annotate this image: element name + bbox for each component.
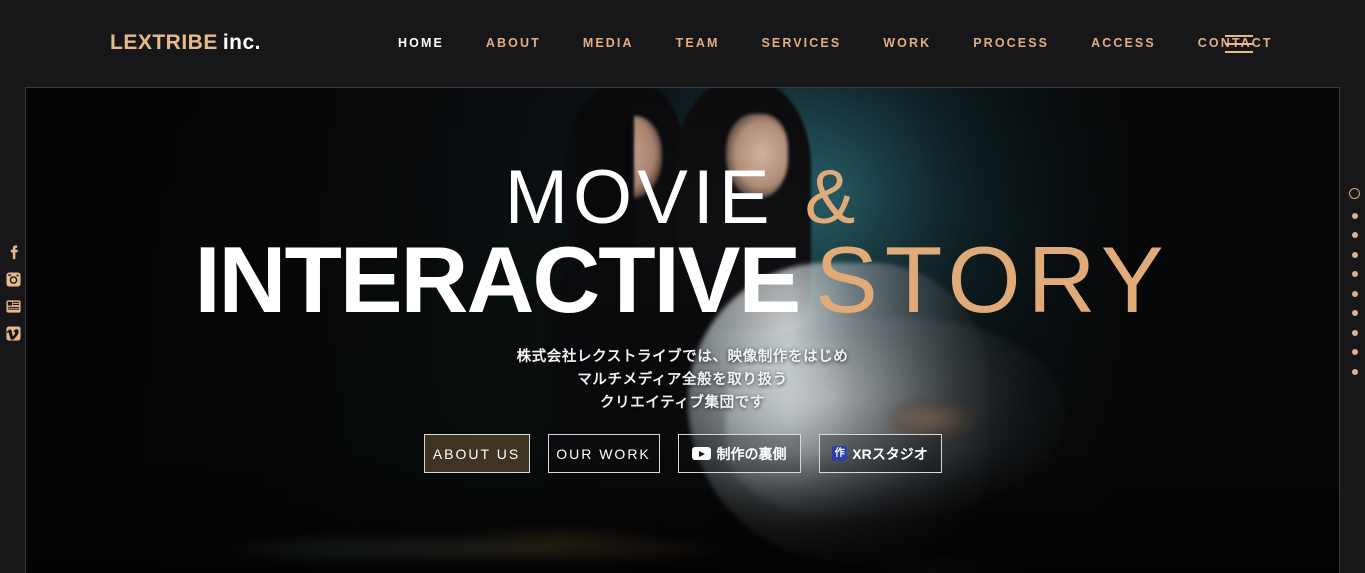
nav-item-process[interactable]: PROCESS: [973, 36, 1074, 50]
main-navigation: HOME ABOUT MEDIA TEAM SERVICES WORK PROC…: [398, 36, 1298, 50]
dot-nav-item[interactable]: [1349, 188, 1360, 199]
dot-nav-item[interactable]: [1351, 212, 1358, 219]
dot-nav-item[interactable]: [1351, 290, 1358, 297]
nav-item-home[interactable]: HOME: [398, 36, 469, 50]
hero-content: MOVIE & INTERACTIVE STORY 株式会社レクストライブでは、映像…: [26, 88, 1339, 573]
behind-the-scenes-button-label: 制作の裏側: [716, 445, 787, 462]
youtube-play-icon: [691, 447, 711, 460]
xr-studio-button[interactable]: 作 XRスタジオ: [818, 434, 942, 473]
behind-the-scenes-button[interactable]: 制作の裏側: [677, 434, 801, 473]
dot-nav-item[interactable]: [1351, 251, 1358, 258]
facebook-icon[interactable]: [6, 245, 21, 260]
xr-studio-button-label: XRスタジオ: [852, 445, 928, 462]
vimeo-icon[interactable]: [5, 326, 21, 341]
about-us-button-label: ABOUT US: [432, 445, 521, 462]
dot-nav-item[interactable]: [1351, 232, 1358, 238]
nav-item-team[interactable]: TEAM: [676, 36, 745, 50]
hamburger-bar: [1225, 43, 1253, 45]
hamburger-bar: [1225, 51, 1253, 53]
hero-slide[interactable]: MOVIE & INTERACTIVE STORY 株式会社レクストライブでは、映像…: [25, 87, 1340, 573]
site-logo[interactable]: LEXTRIBE inc.: [110, 31, 261, 55]
logo-suffix-text: inc.: [222, 31, 262, 54]
our-work-button[interactable]: OUR WORK: [547, 434, 660, 473]
site-header: LEXTRIBE inc. HOME ABOUT MEDIA TEAM SERVI…: [0, 0, 1365, 87]
hamburger-menu-icon[interactable]: [1225, 35, 1253, 53]
page-root: LEXTRIBE inc. HOME ABOUT MEDIA TEAM SERVI…: [0, 0, 1365, 573]
nav-item-about[interactable]: ABOUT: [486, 36, 566, 50]
hero-headline-line-2: INTERACTIVE STORY: [26, 233, 1339, 327]
about-us-button[interactable]: ABOUT US: [423, 434, 530, 473]
dot-nav-item[interactable]: [1351, 329, 1358, 336]
hero-headline-story: STORY: [815, 227, 1171, 332]
nav-item-access[interactable]: ACCESS: [1091, 36, 1181, 50]
logo-main-text: LEXTRIBE: [110, 31, 218, 54]
hero-lead-line-3: クリエイティブ集団です: [600, 395, 765, 411]
dot-nav-item[interactable]: [1351, 310, 1358, 316]
social-links-rail: [5, 245, 21, 341]
instagram-icon[interactable]: [5, 272, 21, 287]
youtube-icon[interactable]: [5, 299, 21, 314]
xr-studio-icon: 作: [832, 446, 848, 461]
hero-headline-interactive: INTERACTIVE: [194, 227, 801, 332]
hero-cta-group: ABOUT US OUR WORK 制作の裏側 作 XRスタジオ: [26, 434, 1339, 473]
hamburger-bar: [1225, 35, 1253, 37]
slide-dot-navigation: [1349, 188, 1360, 375]
hero-lead-text: 株式会社レクストライブでは、映像制作をはじめ マルチメディア全般を取り扱う クリ…: [26, 346, 1339, 415]
our-work-button-label: OUR WORK: [556, 445, 651, 462]
hero-headline-line-1: MOVIE &: [26, 160, 1339, 236]
nav-item-media[interactable]: MEDIA: [583, 36, 659, 50]
dot-nav-item[interactable]: [1351, 271, 1358, 277]
dot-nav-item[interactable]: [1351, 349, 1358, 355]
nav-item-services[interactable]: SERVICES: [761, 36, 866, 50]
hero-lead-line-1: 株式会社レクストライブでは、映像制作をはじめ: [516, 349, 849, 365]
hero-lead-line-2: マルチメディア全般を取り扱う: [577, 372, 788, 388]
dot-nav-item[interactable]: [1351, 368, 1358, 375]
nav-item-work[interactable]: WORK: [883, 36, 956, 50]
